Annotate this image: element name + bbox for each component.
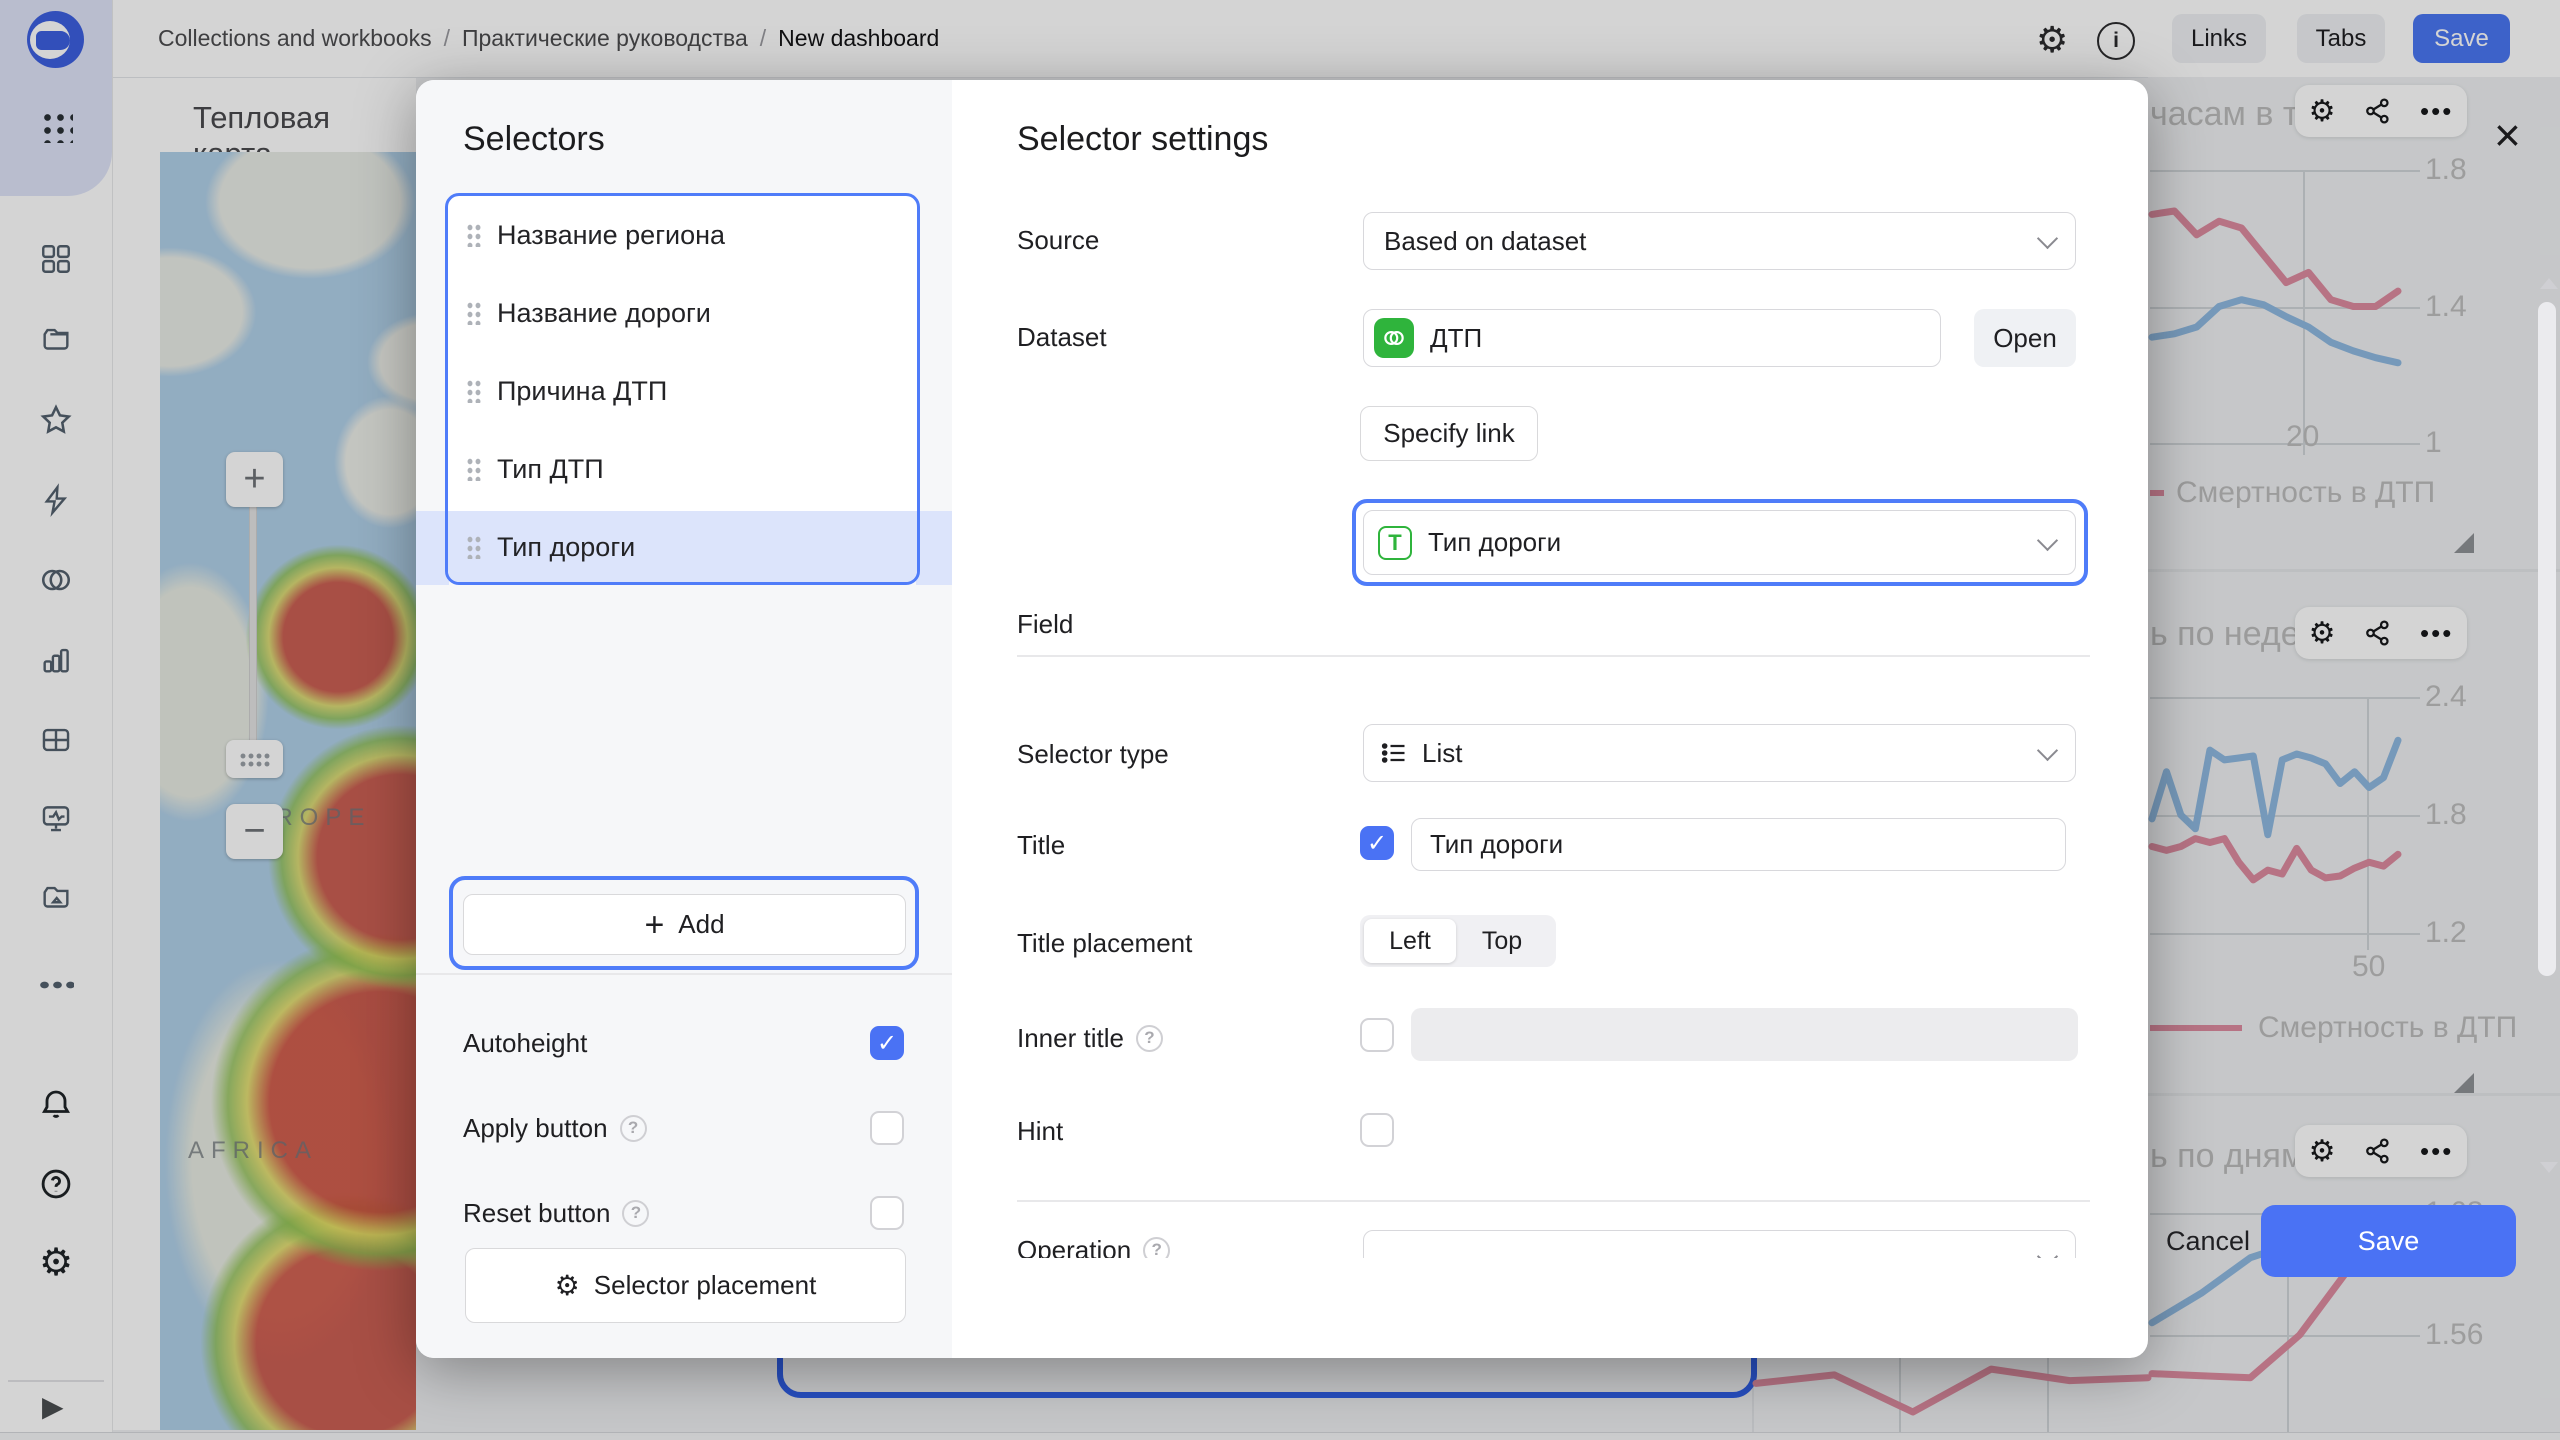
cancel-button[interactable]: Cancel bbox=[2166, 1220, 2250, 1262]
field-select[interactable]: T Тип дороги bbox=[1363, 510, 2076, 575]
dataset-field[interactable]: ДТП bbox=[1363, 309, 1941, 367]
list-icon bbox=[1380, 739, 1408, 767]
dialog-scrollbar[interactable] bbox=[2538, 302, 2556, 976]
open-dataset-button[interactable]: Open bbox=[1974, 309, 2076, 367]
help-icon[interactable]: ? bbox=[620, 1115, 647, 1142]
chevron-down-icon bbox=[2037, 740, 2058, 761]
selector-item[interactable]: Тип ДТП bbox=[448, 430, 916, 508]
screen: Collections and workbooks / Практические… bbox=[0, 0, 2560, 1440]
hint-checkbox[interactable] bbox=[1360, 1113, 1394, 1147]
settings-title: Selector settings bbox=[1017, 120, 1268, 159]
selector-placement-button[interactable]: ⚙ Selector placement bbox=[465, 1248, 906, 1323]
chevron-down-icon bbox=[2037, 529, 2058, 550]
dataset-icon bbox=[1374, 318, 1414, 358]
selector-type-label: Selector type bbox=[1017, 739, 1169, 770]
selectors-section: Selectors Название региона Название доро… bbox=[416, 80, 952, 1358]
reset-button-row: Reset button ? bbox=[463, 1196, 649, 1230]
scroll-down-arrow[interactable] bbox=[2540, 1162, 2558, 1173]
autoheight-row: Autoheight bbox=[463, 1026, 587, 1060]
operation-label: Operation bbox=[1017, 1235, 1131, 1259]
drag-handle-icon[interactable] bbox=[466, 535, 481, 559]
apply-button-row: Apply button ? bbox=[463, 1111, 647, 1145]
help-icon[interactable]: ? bbox=[622, 1200, 649, 1227]
title-input[interactable] bbox=[1411, 818, 2066, 871]
selectors-list: Название региона Название дороги Причина… bbox=[445, 193, 920, 585]
help-icon[interactable]: ? bbox=[1136, 1025, 1163, 1052]
placement-left-option[interactable]: Left bbox=[1364, 919, 1456, 963]
operation-row-clipped: Operation ? bbox=[952, 1205, 2148, 1258]
gear-icon: ⚙ bbox=[555, 1269, 580, 1302]
inner-title-row: Inner title ? bbox=[1017, 1021, 1163, 1055]
selectors-title: Selectors bbox=[463, 120, 605, 159]
add-selector-button[interactable]: + Add bbox=[463, 894, 906, 955]
operation-select[interactable] bbox=[1363, 1230, 2076, 1258]
chevron-down-icon bbox=[2037, 228, 2058, 249]
field-type-icon: T bbox=[1378, 526, 1412, 560]
source-select[interactable]: Based on dataset bbox=[1363, 212, 2076, 270]
title-placement-segment: Left Top bbox=[1360, 915, 1556, 967]
selector-type-select[interactable]: List bbox=[1363, 724, 2076, 782]
close-icon[interactable]: × bbox=[2494, 112, 2521, 158]
selector-settings-dialog: Selectors Название региона Название доро… bbox=[416, 80, 2148, 1358]
title-checkbox[interactable] bbox=[1360, 826, 1394, 860]
drag-handle-icon[interactable] bbox=[466, 379, 481, 403]
autoheight-checkbox[interactable] bbox=[870, 1026, 904, 1060]
scroll-up-arrow[interactable] bbox=[2540, 278, 2558, 289]
drag-handle-icon[interactable] bbox=[466, 457, 481, 481]
apply-button-checkbox[interactable] bbox=[870, 1111, 904, 1145]
reset-button-checkbox[interactable] bbox=[870, 1196, 904, 1230]
chevron-down-icon bbox=[2037, 1246, 2058, 1258]
save-button[interactable]: Save bbox=[2261, 1205, 2516, 1277]
drag-handle-icon[interactable] bbox=[466, 223, 481, 247]
settings-section: Selector settings × Source Based on data… bbox=[952, 80, 2148, 1358]
drag-handle-icon[interactable] bbox=[466, 301, 481, 325]
inner-title-checkbox[interactable] bbox=[1360, 1018, 1394, 1052]
selector-item[interactable]: Название региона bbox=[448, 196, 916, 274]
title-label: Title bbox=[1017, 830, 1065, 861]
selector-item[interactable]: Причина ДТП bbox=[448, 352, 916, 430]
specify-link-button[interactable]: Specify link bbox=[1360, 406, 1538, 461]
inner-title-input-disabled bbox=[1411, 1008, 2078, 1061]
title-placement-label: Title placement bbox=[1017, 928, 1192, 959]
dataset-label: Dataset bbox=[1017, 322, 1107, 353]
hint-label: Hint bbox=[1017, 1116, 1063, 1147]
selector-item-selected[interactable]: Тип дороги bbox=[448, 508, 916, 585]
source-label: Source bbox=[1017, 225, 1099, 256]
selector-item[interactable]: Название дороги bbox=[448, 274, 916, 352]
help-icon[interactable]: ? bbox=[1143, 1237, 1170, 1259]
field-label: Field bbox=[1017, 609, 1073, 640]
placement-top-option[interactable]: Top bbox=[1456, 919, 1548, 963]
